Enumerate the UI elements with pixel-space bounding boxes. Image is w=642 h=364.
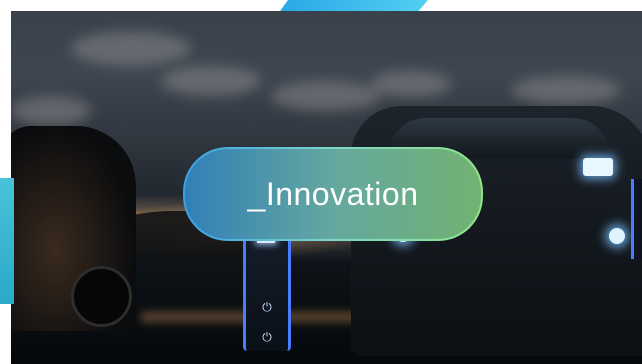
ev-plug-icon: ⏻ [262,330,272,344]
cloud [161,66,261,96]
cloud [271,81,381,111]
hero-headline: _Innovation [247,175,419,212]
cloud [11,96,91,126]
cloud [511,76,621,104]
car-left-wheel [71,266,132,327]
charging-station-right [631,179,642,259]
accent-stripe-left [0,178,14,304]
car-left [11,126,136,331]
fog-light-right [609,228,625,244]
cloud [371,71,451,97]
hero-banner: ⏻ ⏻ _Innovation [11,11,642,364]
cloud [71,31,191,66]
headlight-right [583,158,613,176]
headline-pill: _Innovation [183,147,483,241]
ev-plug-icon: ⏻ [262,300,272,314]
